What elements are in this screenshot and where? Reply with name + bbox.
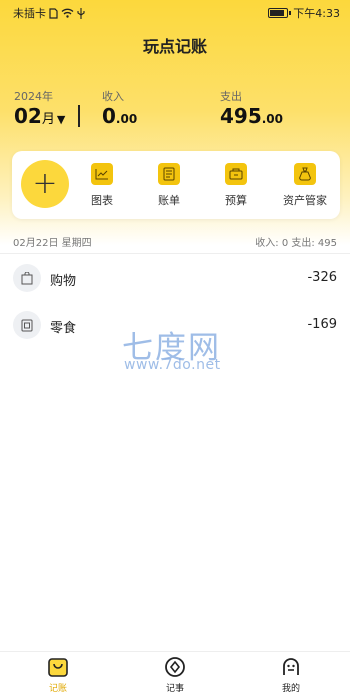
dropdown-triangle-icon: ▼ [56,113,66,126]
record-amount: -169 [307,317,337,332]
bottom-nav: 记账 记事 我的 [0,651,350,700]
expense-label: 支出 [220,90,242,103]
asset-manager-button[interactable]: 资产管家 [275,163,335,208]
day-header: 02月22日 星期四 收入: 0 支出: 495 [0,230,350,250]
nav-item-profile[interactable]: 我的 [261,656,321,694]
snack-icon [13,311,41,339]
divider [0,253,350,254]
shopping-bag-icon [13,264,41,292]
budget-button[interactable]: 预算 [206,163,266,208]
add-record-button[interactable]: + [21,160,69,208]
page-title: 玩点记账 [142,37,207,56]
profile-icon [283,658,299,675]
record-category: 购物 [50,274,77,289]
chart-button[interactable]: 图表 [72,163,132,208]
usb-icon [77,7,85,19]
clock: 下午4:33 [293,7,340,20]
summary-divider [78,105,80,127]
battery-icon [268,8,292,18]
bill-icon [158,163,180,185]
income-label: 收入 [102,90,124,103]
day-date: 02月22日 星期四 [13,238,92,249]
budget-icon [225,163,247,185]
nav-item-notes[interactable]: 记事 [145,656,205,694]
nav-item-ledger[interactable]: 记账 [28,656,88,694]
wifi-icon [61,8,74,18]
expense-amount: 495 .00 [220,104,284,128]
record-category: 零食 [50,321,77,336]
record-amount: -326 [307,270,337,285]
income-amount: 0 .00 [102,104,138,128]
carrier-text: 未插卡 [13,7,46,20]
action-card: + 图表 账单 预算 资产管家 [12,151,340,219]
ledger-icon [48,658,68,677]
month-suffix: 月 [41,112,55,127]
status-bar: 未插卡 下午4:33 [0,0,350,26]
chart-icon [91,163,113,185]
year-label: 2024年 [14,90,53,103]
wallet-icon [294,163,316,185]
bill-button[interactable]: 账单 [139,163,199,208]
watermark-url: www.7do.net [124,357,221,373]
month-number: 02 [14,104,42,128]
sim-icon [49,7,58,19]
month-selector[interactable]: 02 月 ▼ [14,104,65,128]
notes-icon [165,657,185,677]
record-row-shopping[interactable]: 购物 -326 [0,259,350,299]
day-totals: 收入: 0 支出: 495 [255,238,337,249]
